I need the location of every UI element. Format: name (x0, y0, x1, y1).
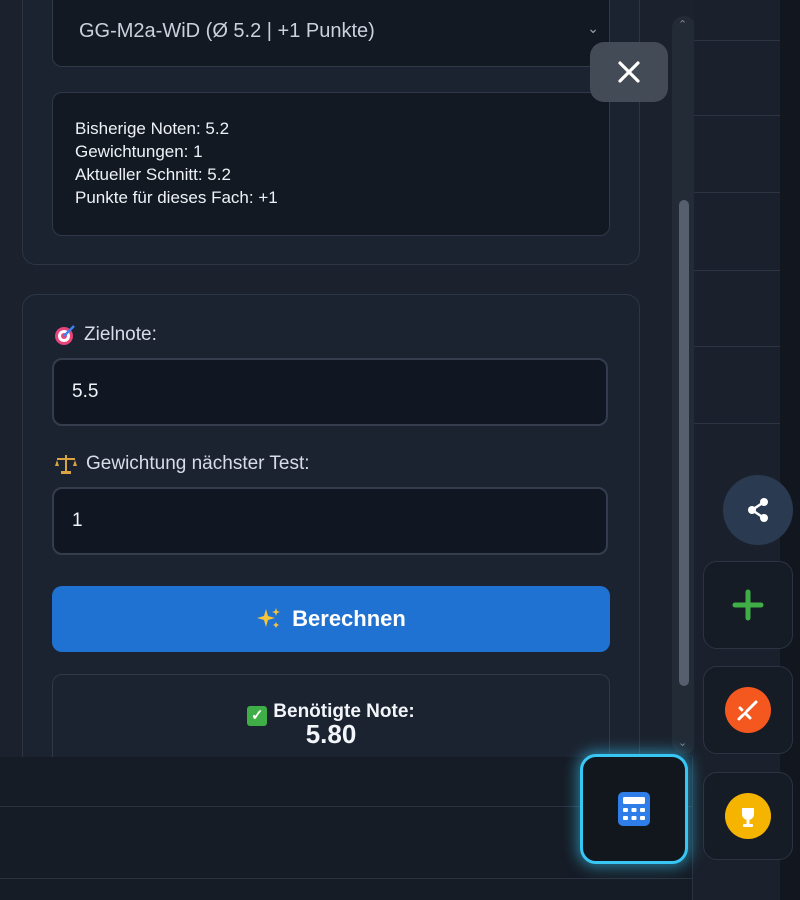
calculator-button[interactable] (580, 754, 688, 864)
grade-calculator-modal: GG-M2a-WiD (Ø 5.2 | +1 Punkte) ⌄ Bisheri… (0, 0, 694, 757)
plus-icon (732, 589, 764, 621)
subject-info-box: Bisherige Noten: 5.2 Gewichtungen: 1 Akt… (52, 92, 610, 236)
weight-label-text: Gewichtung nächster Test: (86, 453, 310, 474)
share-button[interactable] (723, 475, 793, 545)
trophy-icon (725, 793, 771, 839)
background-divider (692, 346, 780, 347)
weight-label: Gewichtung nächster Test: (54, 453, 310, 475)
background-divider (0, 878, 692, 879)
background-divider (692, 192, 780, 193)
info-points: Punkte für dieses Fach: +1 (75, 188, 278, 207)
scroll-down-arrow[interactable]: ⌄ (678, 736, 687, 749)
target-grade-label-text: Zielnote: (84, 324, 157, 345)
subject-select-value: GG-M2a-WiD (Ø 5.2 | +1 Punkte) (79, 20, 375, 42)
dart-target-icon (55, 325, 75, 345)
tool-icon (725, 687, 771, 733)
scroll-up-arrow[interactable]: ⌃ (678, 18, 687, 31)
close-button[interactable] (590, 42, 668, 102)
tool-button[interactable] (703, 666, 793, 754)
result-value: 5.80 (305, 719, 357, 749)
calculator-icon (618, 792, 650, 826)
target-grade-input[interactable] (52, 358, 608, 426)
balance-scale-icon (55, 455, 77, 474)
subject-select[interactable]: GG-M2a-WiD (Ø 5.2 | +1 Punkte) ⌄ (52, 0, 610, 67)
info-previous-grades: Bisherige Noten: 5.2 (75, 119, 230, 138)
close-icon (618, 61, 640, 83)
share-icon (748, 498, 768, 522)
result-box: ✓ Benötigte Note: 5.80 (52, 674, 610, 757)
chevron-down-icon: ⌄ (587, 20, 599, 36)
calculate-button[interactable]: Berechnen (52, 586, 610, 652)
trophy-button[interactable] (703, 772, 793, 860)
info-weights: Gewichtungen: 1 (75, 142, 203, 161)
background-divider (692, 423, 780, 424)
info-current-average: Aktueller Schnitt: 5.2 (75, 165, 231, 184)
background-panel (692, 0, 781, 900)
add-button[interactable] (703, 561, 793, 649)
target-grade-label: Zielnote: (54, 324, 157, 346)
background-divider (692, 115, 780, 116)
background-divider (692, 40, 780, 41)
weight-input[interactable] (52, 487, 608, 555)
window-edge (780, 0, 800, 900)
sparkles-icon (257, 608, 281, 628)
calculate-button-label: Berechnen (292, 606, 406, 631)
scrollbar-thumb[interactable] (679, 200, 689, 686)
background-divider (692, 270, 780, 271)
